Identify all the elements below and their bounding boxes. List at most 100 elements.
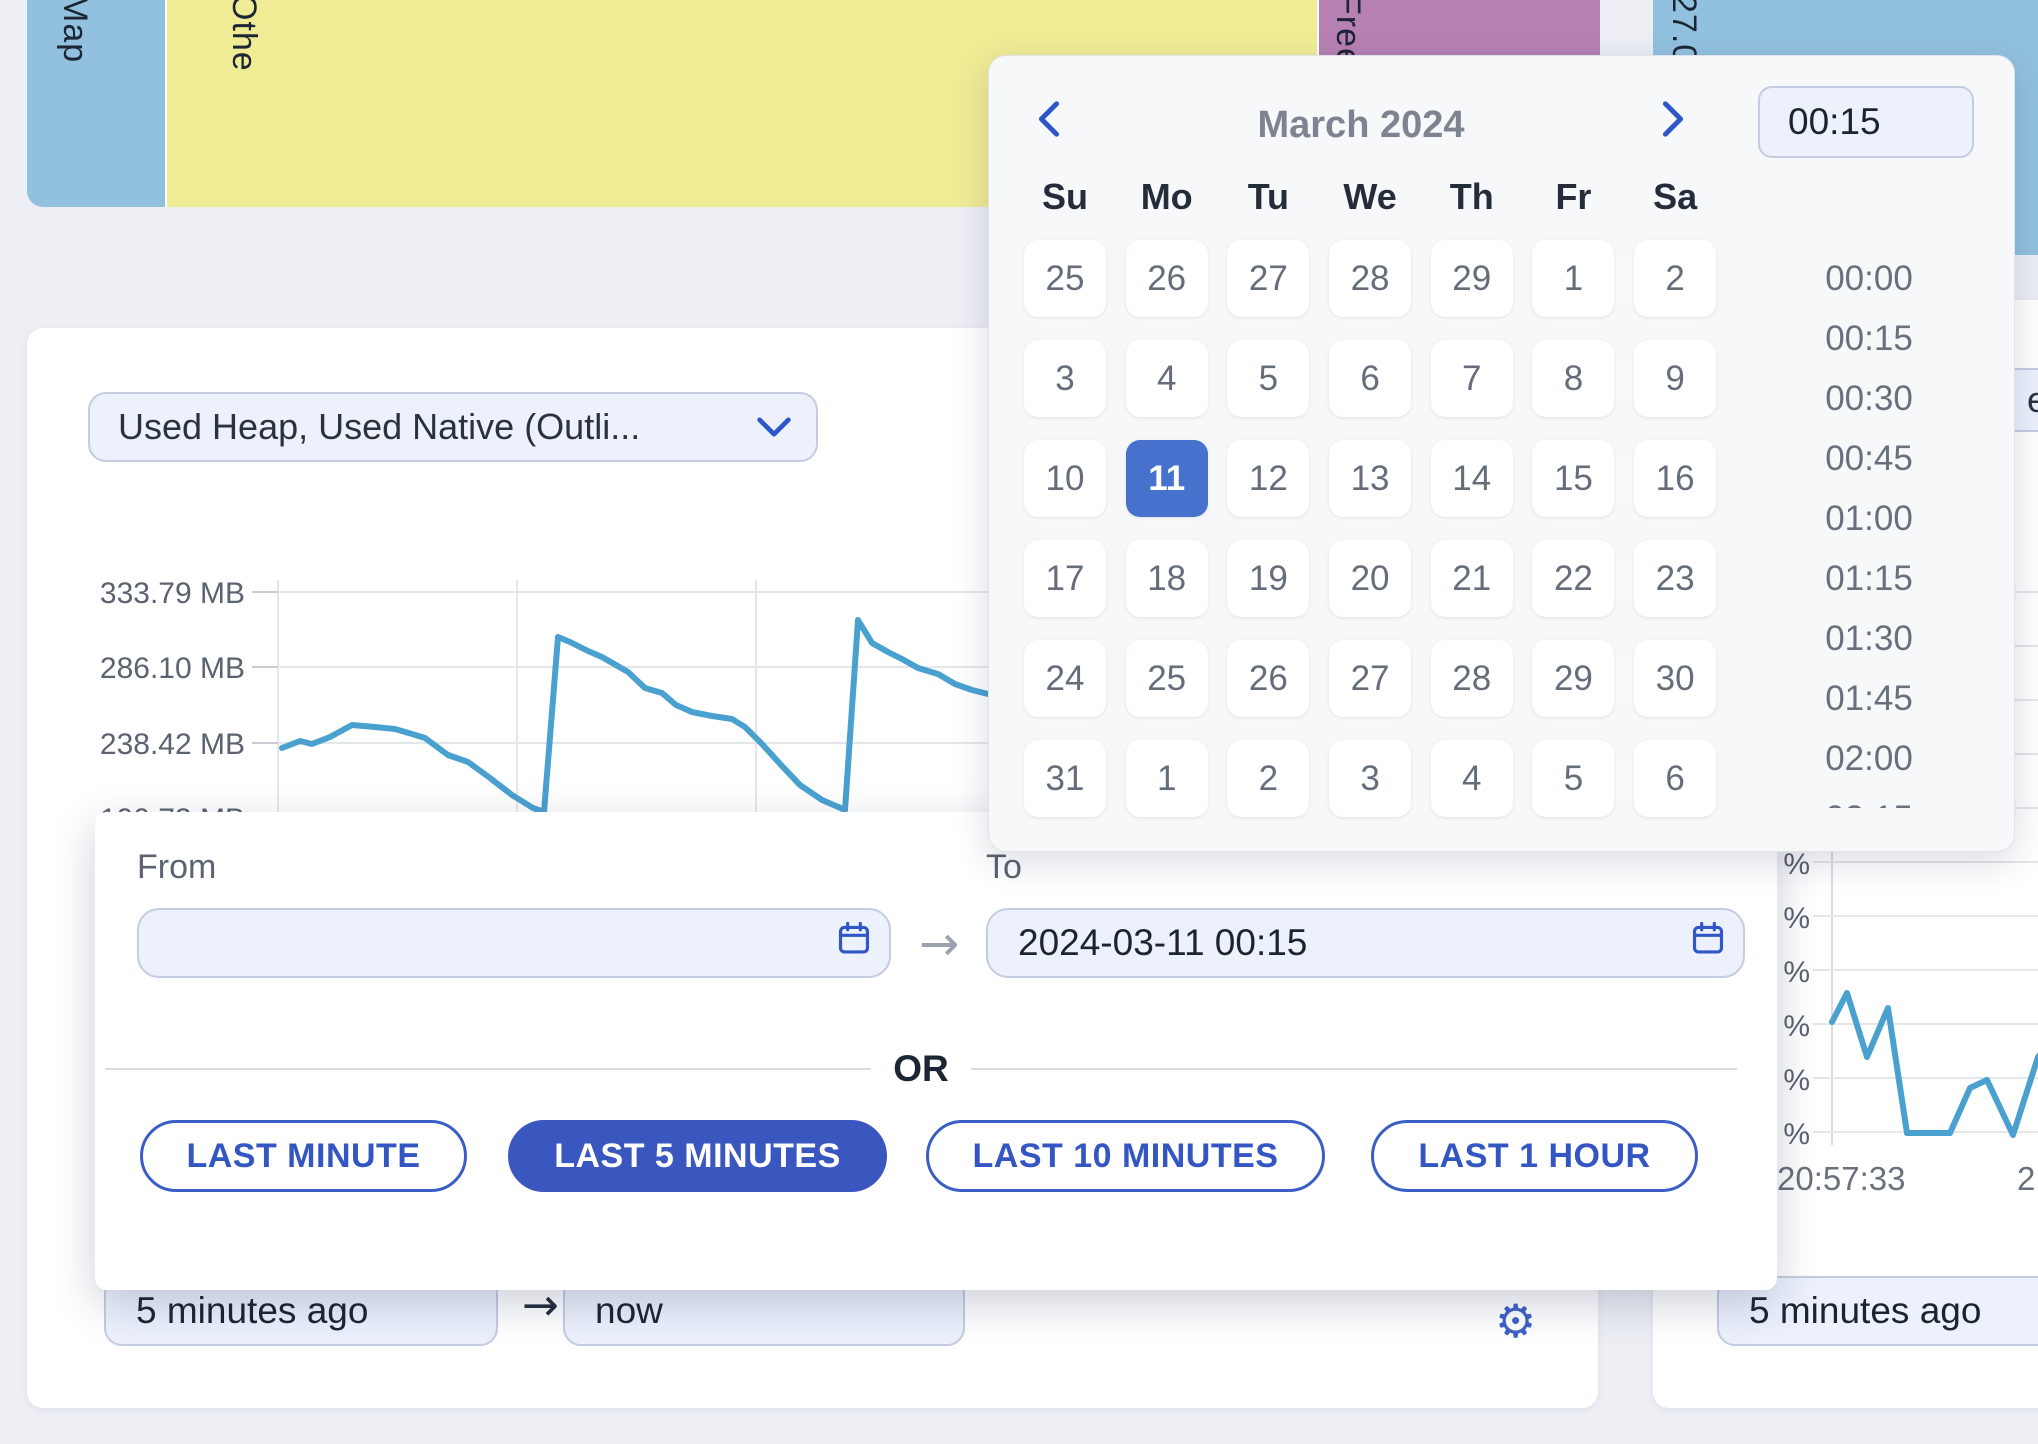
time-option[interactable]: 00:45 [1789,429,1949,489]
day-cell[interactable]: 3 [1024,340,1106,417]
chevron-left-icon [1037,100,1061,138]
day-cell[interactable]: 31 [1024,740,1106,817]
pct-tick-label: % [1783,956,1810,989]
day-cell[interactable]: 13 [1329,440,1411,517]
calendar-icon[interactable] [1689,920,1727,967]
day-cell-selected[interactable]: 11 [1126,440,1208,517]
from-date-input[interactable] [137,908,891,978]
time-option[interactable]: 01:45 [1789,669,1949,729]
or-divider: OR [105,1048,1737,1090]
day-cell[interactable]: 4 [1431,740,1513,817]
time-option[interactable]: 02:00 [1789,729,1949,789]
time-option[interactable]: 00:30 [1789,369,1949,429]
weekday-label: Tu [1227,176,1309,218]
weekday-label: Su [1024,176,1106,218]
day-cell[interactable]: 4 [1126,340,1208,417]
day-cell[interactable]: 26 [1227,640,1309,717]
day-cell[interactable]: 24 [1024,640,1106,717]
day-cell[interactable]: 19 [1227,540,1309,617]
app-root: Map Othe Free 27.0 Used Heap, Used Nativ… [0,0,2038,1444]
day-cell[interactable]: 25 [1024,240,1106,317]
from-to-arrow-icon: → [919,916,959,972]
day-cell[interactable]: 8 [1532,340,1614,417]
weekday-label: Th [1431,176,1513,218]
day-cell[interactable]: 3 [1329,740,1411,817]
day-cell[interactable]: 21 [1431,540,1513,617]
to-date-input[interactable]: 2024-03-11 00:15 [986,908,1745,978]
day-cell[interactable]: 2 [1227,740,1309,817]
day-cell[interactable]: 23 [1634,540,1716,617]
day-cell[interactable]: 1 [1126,740,1208,817]
y-tick-label: 238.42 MB [100,728,245,761]
day-cell[interactable]: 22 [1532,540,1614,617]
pct-tick-label: % [1783,848,1810,881]
day-cell[interactable]: 27 [1227,240,1309,317]
right-quick-from-value: 5 minutes ago [1719,1290,1981,1332]
gear-icon[interactable]: ⚙ [1495,1294,1536,1348]
or-label: OR [893,1048,949,1090]
weekday-label: Fr [1532,176,1614,218]
time-input[interactable]: 00:15 [1758,86,1974,158]
weekday-label: Mo [1126,176,1208,218]
day-cell[interactable]: 5 [1227,340,1309,417]
time-option[interactable]: 00:15 [1789,309,1949,369]
day-cell[interactable]: 6 [1634,740,1716,817]
day-cell[interactable]: 25 [1126,640,1208,717]
day-cell[interactable]: 17 [1024,540,1106,617]
divider-line [971,1068,1737,1070]
day-cell[interactable]: 29 [1532,640,1614,717]
y-tick-label: 286.10 MB [100,652,245,685]
day-cell[interactable]: 14 [1431,440,1513,517]
pct-tick-label: % [1783,902,1810,935]
day-cell[interactable]: 12 [1227,440,1309,517]
day-cell[interactable]: 26 [1126,240,1208,317]
day-cell[interactable]: 30 [1634,640,1716,717]
next-month-button[interactable] [1661,100,1687,140]
weekday-label: We [1329,176,1411,218]
from-label: From [137,848,216,887]
calendar-icon[interactable] [835,920,873,967]
to-label: To [986,848,1022,887]
day-cell[interactable]: 10 [1024,440,1106,517]
divider-line [105,1068,871,1070]
pct-tick-label: % [1783,1118,1810,1151]
time-option[interactable]: 01:30 [1789,609,1949,669]
day-cell[interactable]: 9 [1634,340,1716,417]
last-10-minutes-button[interactable]: LAST 10 MINUTES [926,1120,1325,1192]
day-cell[interactable]: 1 [1532,240,1614,317]
last-minute-button[interactable]: LAST MINUTE [140,1120,467,1192]
quick-to-value: now [565,1290,663,1332]
time-option[interactable]: 02:15 [1789,789,1949,808]
treemap-label-mapped: Map [55,0,94,63]
prev-month-button[interactable] [1037,100,1063,140]
time-range-panel: From → To 2024-03-11 00:15 [95,812,1777,1290]
chevron-right-icon [1661,100,1685,138]
last-5-minutes-button[interactable]: LAST 5 MINUTES [508,1120,887,1192]
day-cell[interactable]: 7 [1431,340,1513,417]
day-cell[interactable]: 20 [1329,540,1411,617]
last-1-hour-button[interactable]: LAST 1 HOUR [1371,1120,1698,1192]
weekday-label: Sa [1634,176,1716,218]
day-cell[interactable]: 28 [1329,240,1411,317]
datetime-picker-popup: March 2024 00:15 Su Mo Tu We Th Fr Sa 25… [988,55,2015,852]
day-cell[interactable]: 28 [1431,640,1513,717]
day-cell[interactable]: 16 [1634,440,1716,517]
time-option[interactable]: 01:00 [1789,489,1949,549]
day-cell[interactable]: 6 [1329,340,1411,417]
day-cell[interactable]: 18 [1126,540,1208,617]
x-tick-label-partial: 2 [2017,1160,2035,1197]
time-input-value: 00:15 [1760,101,1881,143]
day-cell[interactable]: 15 [1532,440,1614,517]
treemap-block-mapped[interactable] [27,0,165,207]
day-cell[interactable]: 27 [1329,640,1411,717]
time-option-list[interactable]: 00:00 00:15 00:30 00:45 01:00 01:15 01:3… [1789,249,1949,808]
to-date-value: 2024-03-11 00:15 [988,922,1307,964]
calendar-date-grid: 25 26 27 28 29 1 2 3 4 5 6 7 8 9 10 11 1… [1024,240,1716,817]
time-option[interactable]: 01:15 [1789,549,1949,609]
time-option[interactable]: 00:00 [1789,249,1949,309]
day-cell[interactable]: 29 [1431,240,1513,317]
day-cell[interactable]: 5 [1532,740,1614,817]
memory-usage-line [282,620,1006,812]
day-cell[interactable]: 2 [1634,240,1716,317]
cpu-usage-line [1832,993,2038,1135]
